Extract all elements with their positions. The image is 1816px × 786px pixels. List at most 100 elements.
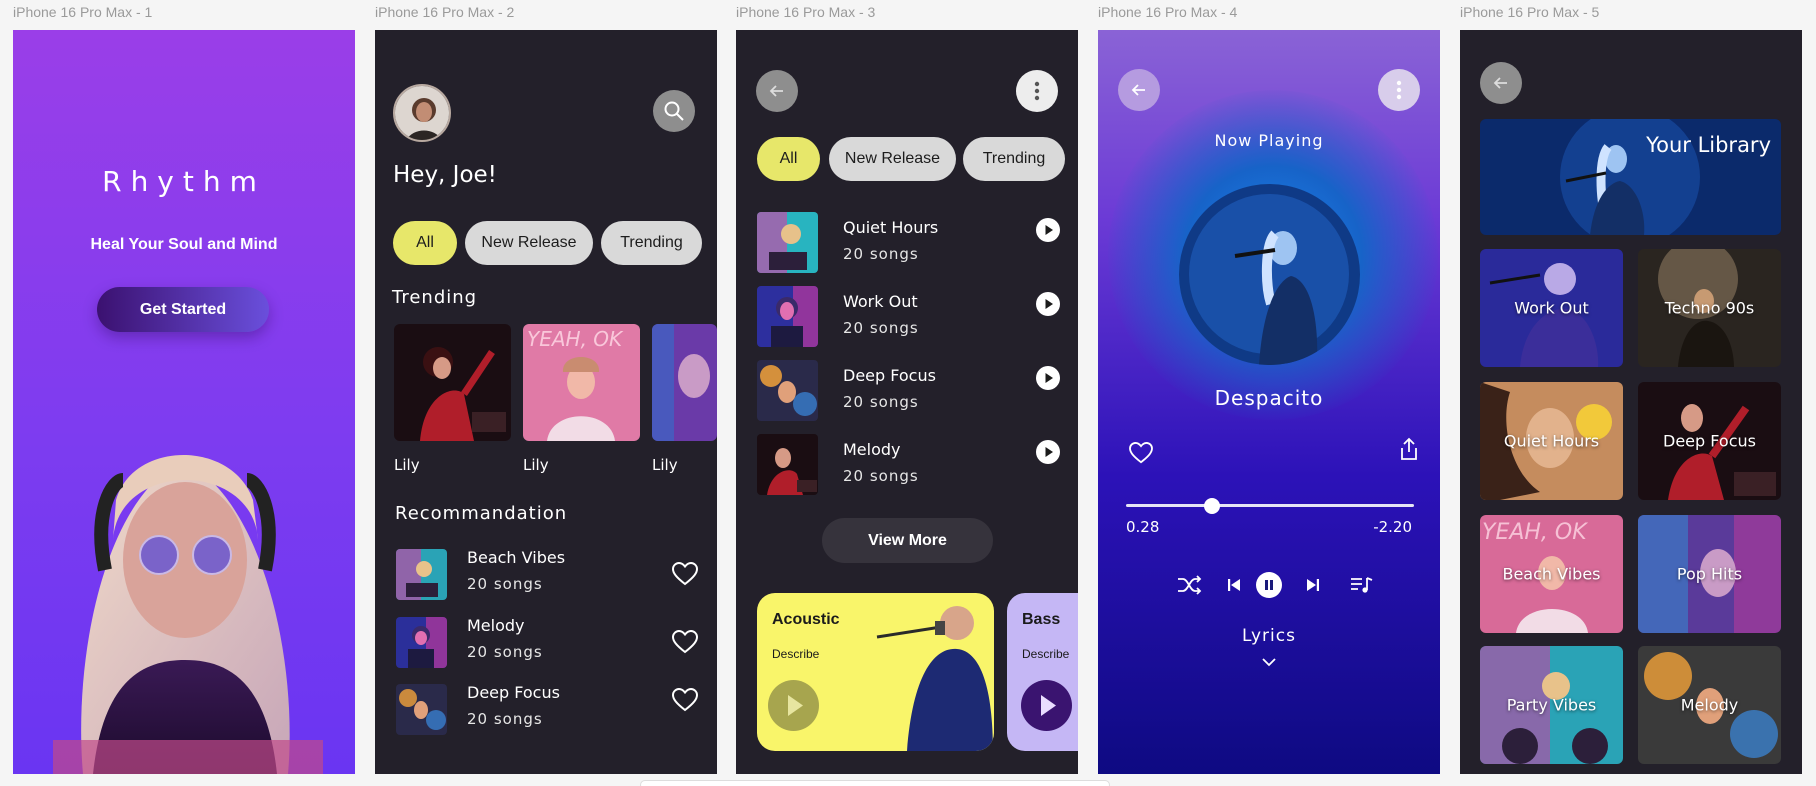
- library-screen: Your Library Work Out Techno 90s Quiet H…: [1460, 30, 1802, 774]
- library-banner: Your Library: [1480, 119, 1781, 235]
- trending-image: YEAH, OK: [523, 324, 640, 441]
- playlist-count: 20 songs: [843, 393, 919, 411]
- tile-label: Pop Hits: [1676, 564, 1743, 584]
- genre-title: Acoustic: [772, 611, 840, 628]
- back-arrow-icon: [1131, 84, 1145, 96]
- pause-icon: [1265, 580, 1273, 590]
- next-button[interactable]: [1300, 572, 1326, 598]
- canvas-toolbar: [640, 780, 1110, 786]
- lyrics-label[interactable]: Lyrics: [1098, 626, 1440, 646]
- playlist-title: Quiet Hours: [843, 218, 939, 237]
- trending-artist: Lily: [394, 456, 420, 474]
- rec-thumb: [396, 549, 447, 600]
- playlist-title: Work Out: [843, 292, 918, 311]
- chevron-down-icon[interactable]: [1262, 658, 1276, 667]
- library-tile[interactable]: Techno 90s: [1638, 249, 1781, 367]
- chip-all[interactable]: All: [757, 137, 820, 181]
- back-arrow-icon: [1493, 77, 1507, 89]
- library-tile[interactable]: Melody: [1638, 646, 1781, 764]
- back-button[interactable]: [1118, 69, 1160, 111]
- song-title: Despacito: [1214, 386, 1324, 410]
- genre-title: Bass: [1022, 611, 1061, 628]
- genre-description: Describe: [1022, 647, 1070, 661]
- playlist-title: Deep Focus: [843, 366, 936, 385]
- frame-label-5: iPhone 16 Pro Max - 5: [1460, 4, 1600, 20]
- queue-button[interactable]: [1349, 572, 1375, 598]
- library-title: Your Library: [1646, 133, 1771, 157]
- heart-icon[interactable]: [672, 688, 698, 712]
- genre-play-button[interactable]: [1021, 680, 1072, 731]
- previous-button[interactable]: [1221, 572, 1247, 598]
- library-tile[interactable]: YEAH, OK Beach Vibes: [1480, 515, 1623, 633]
- library-tile[interactable]: Pop Hits: [1638, 515, 1781, 633]
- album-cover: [1179, 184, 1360, 365]
- seek-bar[interactable]: [1126, 498, 1414, 514]
- play-icon: [788, 695, 803, 716]
- back-button[interactable]: [1480, 62, 1522, 104]
- library-tile[interactable]: Quiet Hours: [1480, 382, 1623, 500]
- more-vertical-icon: [1396, 80, 1402, 100]
- more-button[interactable]: [1016, 70, 1058, 112]
- heart-icon[interactable]: [1129, 442, 1153, 464]
- library-tile[interactable]: Work Out: [1480, 249, 1623, 367]
- rec-count: 20 songs: [467, 710, 543, 728]
- trending-card[interactable]: [394, 324, 511, 441]
- heart-icon[interactable]: [672, 562, 698, 586]
- frame-label-3: iPhone 16 Pro Max - 3: [736, 4, 876, 20]
- chip-new-release[interactable]: New Release: [465, 221, 593, 265]
- trending-card[interactable]: YEAH, OK: [523, 324, 640, 441]
- frame-label-2: iPhone 16 Pro Max - 2: [375, 4, 515, 20]
- play-button[interactable]: [1036, 292, 1060, 316]
- genre-card-bass[interactable]: Bass Describe: [1007, 593, 1078, 751]
- browse-screen: All New Release Trending Quiet Hours 20 …: [736, 30, 1078, 774]
- app-logo-text: Rhythm: [102, 165, 266, 198]
- tile-label: Quiet Hours: [1503, 431, 1600, 451]
- chip-new-release[interactable]: New Release: [829, 137, 956, 181]
- heart-icon[interactable]: [672, 630, 698, 654]
- play-icon: [1045, 373, 1053, 383]
- view-more-button[interactable]: View More: [822, 518, 993, 563]
- pause-button[interactable]: [1256, 572, 1282, 598]
- rec-thumb: [396, 684, 447, 735]
- seek-handle[interactable]: [1204, 498, 1221, 514]
- queue-icon: [1351, 577, 1373, 593]
- get-started-button[interactable]: Get Started: [97, 287, 269, 332]
- trending-artist: Lily: [523, 456, 549, 474]
- chip-trending[interactable]: Trending: [963, 137, 1065, 181]
- shuffle-button[interactable]: [1176, 572, 1202, 598]
- avatar[interactable]: [393, 84, 451, 142]
- play-icon: [1045, 299, 1053, 309]
- playlist-count: 20 songs: [843, 319, 919, 337]
- back-button[interactable]: [756, 70, 798, 112]
- more-button[interactable]: [1378, 69, 1420, 111]
- play-button[interactable]: [1036, 218, 1060, 242]
- trending-artist: Lily: [652, 456, 678, 474]
- trending-card[interactable]: [652, 324, 717, 441]
- back-arrow-icon: [769, 85, 783, 97]
- library-tile[interactable]: Party Vibes: [1480, 646, 1623, 764]
- rec-thumb: [396, 617, 447, 668]
- library-tile[interactable]: Deep Focus: [1638, 382, 1781, 500]
- play-button[interactable]: [1036, 366, 1060, 390]
- svg-text:YEAH, OK: YEAH, OK: [527, 327, 624, 351]
- chip-all[interactable]: All: [393, 221, 457, 265]
- play-icon: [1045, 447, 1053, 457]
- rec-title: Deep Focus: [467, 683, 560, 702]
- tile-label: Party Vibes: [1506, 695, 1597, 715]
- rec-count: 20 songs: [467, 575, 543, 593]
- player-screen: Now Playing Despacito 0.28 -2.20 Lyrics: [1098, 30, 1440, 774]
- genre-card-acoustic[interactable]: Acoustic Describe: [757, 593, 994, 751]
- elapsed-time: 0.28: [1126, 518, 1160, 536]
- genre-play-button[interactable]: [768, 680, 819, 731]
- playlist-count: 20 songs: [843, 245, 919, 263]
- play-icon: [1045, 225, 1053, 235]
- search-button[interactable]: [653, 90, 695, 132]
- trending-heading: Trending: [392, 287, 478, 308]
- tile-label: Techno 90s: [1664, 298, 1755, 318]
- search-icon: [664, 101, 684, 121]
- play-button[interactable]: [1036, 440, 1060, 464]
- trending-image: [652, 324, 717, 441]
- chip-trending[interactable]: Trending: [601, 221, 702, 265]
- playlist-thumb: [757, 434, 818, 495]
- share-icon[interactable]: [1399, 437, 1419, 461]
